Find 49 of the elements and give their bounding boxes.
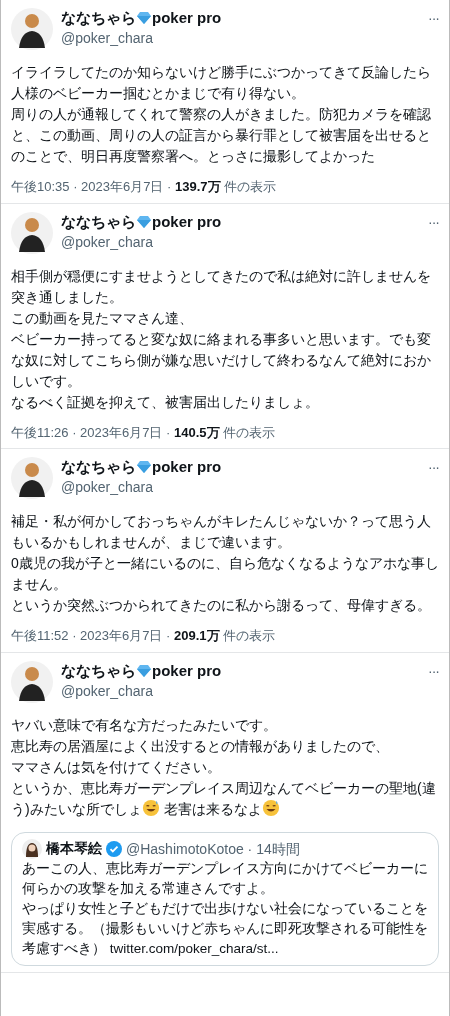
user-name-suffix[interactable]: poker pro — [152, 8, 222, 28]
sweat-smile-icon — [261, 798, 280, 817]
tweet-text: なるべく証拠を抑えて、被害届出したりましょ。 — [11, 392, 320, 412]
tweet-meta: 午後10:35 · 2023年6月7日 · 139.7万 件の表示 — [11, 178, 278, 196]
tweet-text: イライラしてたのか知らないけど勝手にぶつかってきて反論したら人様のベビーカー掴むとかまじで有り得ない。 — [11, 63, 432, 103]
tweet-text: というか突然ぶつかられてきたのに私から謝るって、母偉すぎる。 — [11, 596, 432, 615]
quoted-text: あーこの人、恵比寿ガーデンプレイス方向にかけてベビーカーに何らかの攻撃を加える常連さんですよ。 — [22, 859, 428, 898]
user-name[interactable]: ななちゃら — [61, 660, 136, 681]
quoted-user-handle[interactable]: @HashimotoKotoe · 14時間 — [126, 838, 300, 859]
user-name[interactable]: ななちゃら — [61, 8, 136, 28]
avatar[interactable] — [11, 660, 53, 703]
user-name[interactable]: ななちゃら — [61, 211, 136, 232]
tweet-text: この動画を見たママさん達、 — [11, 308, 194, 328]
tweet-text: 0歳児の我が子と一緒にいるのに、自ら危なくなるようなアホな事しません。 — [11, 554, 439, 594]
avatar[interactable] — [22, 838, 42, 859]
user-name-suffix[interactable]: poker pro — [152, 660, 222, 681]
tweet-meta: 午後11:52 · 2023年6月7日 · 209.1万 件の表示 — [11, 627, 277, 645]
avatar[interactable] — [11, 211, 53, 254]
tweet-text: 相手側が穏便にすませようとしてきたので私は絶対に許しませんを突き通しました。 — [11, 266, 432, 307]
quoted-text: やっぱり女性と子どもだけで出歩けない社会になっていることを実感する。（撮影もいいけど赤ちゃんに即死攻撃される可能性を考慮すべき） twitter.com/poker_chara/st... — [22, 899, 428, 958]
more-button[interactable]: ··· — [428, 211, 439, 233]
tweet-text: 補足・私が何かしておっちゃんがキレたんじゃないか？って思う人もいるかもしれませんが、まじで違います。 — [11, 512, 432, 552]
user-handle[interactable]: @poker_chara — [61, 680, 420, 701]
user-handle[interactable]: @poker_chara — [61, 231, 420, 252]
tweet-meta: 午後11:26 · 2023年6月7日 · 140.5万 件の表示 — [11, 423, 277, 442]
user-handle[interactable]: @poker_chara — [61, 477, 420, 497]
user-name-suffix[interactable]: poker pro — [152, 457, 222, 477]
tweet-text: ベビーカー持ってると変な奴に絡まれる事多いと思います。でも変な奴に対してこちら側が嫌な思いだけして終わるなんて絶対におかしいです。 — [11, 329, 432, 391]
more-button[interactable]: ··· — [428, 660, 439, 682]
user-handle[interactable]: @poker_chara — [61, 28, 420, 48]
tweet-text: 周りの人が通報してくれて警察の人がきました。防犯カメラを確認と、この動画、周りの人の証言から暴行罪として被害届を出せるとのことで、明日再度警察署へ。とっさに撮影してよかった — [11, 105, 432, 166]
diamond-icon — [136, 460, 152, 474]
more-button[interactable]: ··· — [428, 8, 439, 29]
tweet-text: ママさんは気を付けてください。 — [11, 757, 222, 777]
quoted-tweet[interactable]: 橋本琴絵 @HashimotoKotoe · 14時間 あーこの人、恵比寿ガーデンプレイス方向にかけてベビーカーに何らかの攻撃を加える常連さんですよ。 やっぱり女性と子どもだけで出歩けない社会になっていることを実感する。（撮影もいいけど赤ちゃんに即死攻撃される可能性を考慮すべき） twitter.com/poker_chara/st... — [11, 831, 439, 966]
tweet-link[interactable]: twitter.com/poker_chara/st... — [109, 940, 279, 956]
diamond-icon — [136, 11, 152, 25]
avatar[interactable] — [11, 457, 53, 499]
more-button[interactable]: ··· — [428, 457, 439, 478]
tweet-text: 恵比寿の居酒屋によく出没するとの情報がありましたので、 — [11, 736, 390, 756]
quoted-user-name[interactable]: 橋本琴絵 — [46, 838, 102, 859]
diamond-icon — [136, 214, 152, 229]
diamond-icon — [136, 663, 152, 678]
tweet-text: ヤバい意味で有名な方だったみたいです。 — [11, 715, 278, 735]
sweat-smile-icon — [141, 798, 160, 817]
tweet-text: というか、恵比寿ガーデンプレイス周辺なんてベビーカーの聖地(違う)みたいな所でしょ 老害は来るなよ — [11, 778, 437, 819]
user-name[interactable]: ななちゃら — [61, 457, 136, 477]
avatar[interactable] — [11, 8, 53, 50]
user-name-suffix[interactable]: poker pro — [152, 211, 222, 232]
